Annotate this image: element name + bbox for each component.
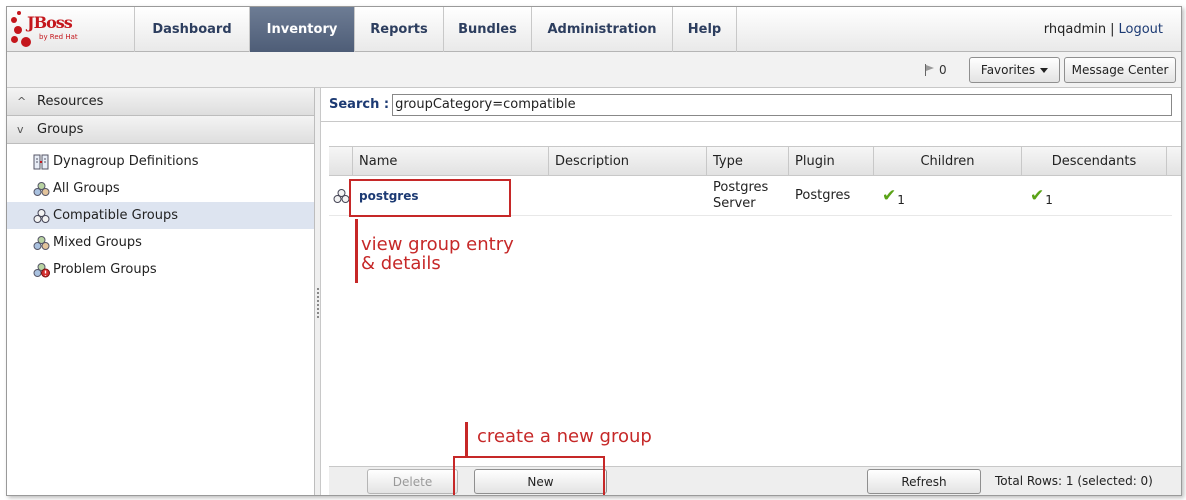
splitter-grip	[317, 288, 319, 318]
groups-section-header[interactable]: v Groups	[7, 116, 314, 144]
logo-byline: by Red Hat	[39, 33, 78, 41]
search-row: Search :	[321, 88, 1181, 122]
header-name[interactable]: Name	[353, 147, 549, 175]
user-box: rhqadmin | Logout	[737, 7, 1181, 51]
sidebar-item-label: Problem Groups	[53, 262, 157, 277]
jboss-logo[interactable]: JBoss by Red Hat	[7, 7, 135, 52]
sidebar-item-label: Mixed Groups	[53, 235, 142, 250]
compatible-groups-icon	[33, 208, 50, 224]
group-children: ✔ 1	[874, 176, 1022, 215]
group-type-line2: Server	[713, 195, 756, 211]
header-spacer	[1167, 147, 1181, 175]
app-window: JBoss by Red Hat Dashboard Inventory Rep…	[6, 6, 1182, 496]
chevron-down-icon	[1040, 67, 1049, 73]
header-type[interactable]: Type	[707, 147, 789, 175]
header-description[interactable]: Description	[549, 147, 707, 175]
group-plugin: Postgres	[795, 188, 851, 203]
flag-count: 0	[939, 63, 947, 77]
tab-bundles[interactable]: Bundles	[444, 7, 532, 52]
sidebar-item-dynagroup-definitions[interactable]: Dynagroup Definitions	[7, 148, 314, 175]
top-nav: JBoss by Red Hat Dashboard Inventory Rep…	[7, 7, 1181, 52]
header-children[interactable]: Children	[874, 147, 1022, 175]
header-icon-col	[329, 147, 353, 175]
groups-tree: Dynagroup Definitions All Groups Compati…	[7, 144, 314, 283]
problem-groups-icon	[33, 262, 50, 278]
favorites-button[interactable]: Favorites	[969, 57, 1060, 83]
sidebar-item-label: Dynagroup Definitions	[53, 154, 199, 169]
username: rhqadmin	[1043, 21, 1107, 37]
mixed-groups-icon	[33, 235, 50, 251]
annotation-new-group-box	[453, 456, 605, 495]
tab-reports[interactable]: Reports	[355, 7, 444, 52]
annotation-group-entry-box	[349, 179, 511, 217]
message-center-button[interactable]: Message Center	[1064, 57, 1176, 83]
search-input[interactable]	[392, 93, 1173, 116]
availability-up-icon: ✔	[1030, 185, 1045, 206]
logout-link[interactable]: Logout	[1118, 22, 1163, 37]
annotation-new-group-text: create a new group	[477, 426, 652, 447]
annotation-new-group-line	[465, 422, 468, 456]
all-groups-icon	[33, 181, 50, 197]
tab-inventory[interactable]: Inventory	[250, 7, 355, 52]
chevron-up-icon: ^	[17, 95, 27, 108]
resources-section-header[interactable]: ^ Resources	[7, 88, 314, 116]
total-rows: Total Rows: 1 (selected: 0)	[995, 474, 1153, 488]
tab-help[interactable]: Help	[673, 7, 737, 52]
tab-administration[interactable]: Administration	[532, 7, 673, 52]
group-description	[549, 176, 707, 215]
sidebar-item-compatible-groups[interactable]: Compatible Groups	[7, 202, 314, 229]
annotation-group-entry-line1: view group entry	[361, 234, 514, 255]
chevron-down-icon: v	[17, 123, 24, 136]
favorites-label: Favorites	[980, 63, 1036, 77]
table-header: Name Description Type Plugin Children De…	[329, 146, 1181, 176]
message-bar: 0 Favorites Message Center	[7, 52, 1181, 88]
sidebar-item-label: Compatible Groups	[53, 208, 178, 223]
main-panel: Search : Name Description Type Plugin Ch…	[321, 88, 1181, 495]
header-descendants[interactable]: Descendants	[1022, 147, 1167, 175]
annotation-group-entry-line2: & details	[361, 253, 441, 274]
availability-up-icon: ✔	[882, 185, 897, 206]
sidebar-item-problem-groups[interactable]: Problem Groups	[7, 256, 314, 283]
resources-label: Resources	[37, 94, 104, 109]
children-count: 1	[897, 192, 905, 207]
sidebar-item-mixed-groups[interactable]: Mixed Groups	[7, 229, 314, 256]
message-flag[interactable]: 0	[925, 63, 947, 77]
groups-label: Groups	[37, 122, 84, 137]
annotation-group-entry-text: view group entry & details	[361, 235, 514, 273]
annotation-group-entry-line	[355, 219, 358, 283]
delete-button[interactable]: Delete	[367, 469, 458, 494]
group-type-line1: Postgres	[713, 179, 769, 195]
flag-icon	[925, 64, 935, 76]
user-separator: |	[1110, 21, 1115, 37]
descendants-count: 1	[1045, 192, 1053, 207]
tab-dashboard[interactable]: Dashboard	[135, 7, 250, 52]
logo-brand: JBoss	[27, 13, 73, 32]
header-plugin[interactable]: Plugin	[789, 147, 874, 175]
refresh-button[interactable]: Refresh	[867, 469, 981, 494]
group-type: Postgres Server	[707, 176, 789, 215]
dynagroup-icon	[33, 154, 50, 170]
sidebar-item-label: All Groups	[53, 181, 120, 196]
sidebar: ^ Resources v Groups Dynagroup Definitio…	[7, 88, 315, 495]
group-descendants: ✔ 1	[1022, 176, 1167, 215]
search-label: Search :	[329, 97, 390, 112]
sidebar-item-all-groups[interactable]: All Groups	[7, 175, 314, 202]
